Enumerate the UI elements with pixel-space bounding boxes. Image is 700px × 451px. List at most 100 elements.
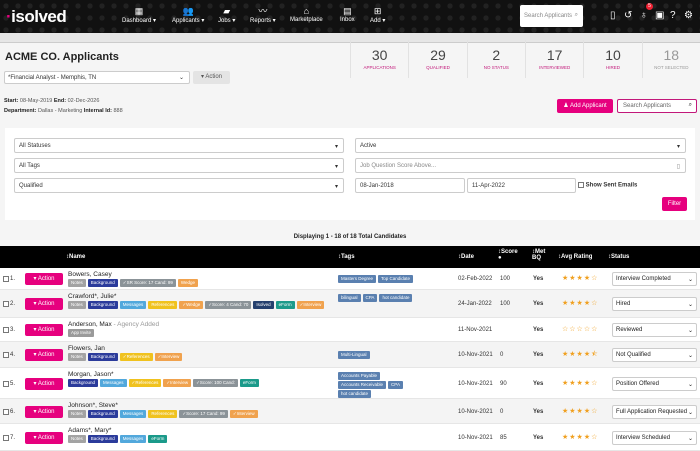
row-action-button[interactable]: ▾ Action xyxy=(25,406,63,418)
tag-eform[interactable]: eForm xyxy=(240,379,259,387)
tag-messages[interactable]: Messages xyxy=(120,435,147,443)
candidate-name[interactable]: Adams*, Mary* xyxy=(68,427,111,434)
tag-score[interactable]: ✓Score: 4 Cand: 70 xyxy=(205,301,251,309)
status-select[interactable]: Interview Completed⌄ xyxy=(612,272,697,286)
label-tag[interactable]: CPA xyxy=(388,381,403,389)
label-tag[interactable]: Top Candidate xyxy=(378,275,413,283)
stat-interviewed[interactable]: 17Interviewed xyxy=(525,40,583,78)
nav-item-5[interactable]: ▤Inbox xyxy=(340,6,355,23)
nav-item-6[interactable]: ⊞Add ▾ xyxy=(370,6,385,24)
tag-wedge[interactable]: ✓Interview xyxy=(155,353,183,361)
stat-hired[interactable]: 10Hired xyxy=(583,40,641,78)
row-action-button[interactable]: ▾ Action xyxy=(25,349,63,361)
date-from-input[interactable]: 08-Jan-2018 xyxy=(355,178,465,193)
score-filter-input[interactable]: Job Question Score Above...▯ xyxy=(355,158,686,173)
nav-item-3[interactable]: 〰Reports ▾ xyxy=(250,6,276,24)
tag-wedge[interactable]: ✓Interview xyxy=(163,379,191,387)
row-checkbox[interactable] xyxy=(3,327,9,333)
tag-isolved[interactable]: Isolved xyxy=(253,301,273,309)
status-select[interactable]: Reviewed⌄ xyxy=(612,323,697,337)
search-applicants-input[interactable]: Search Applicants⌕ xyxy=(617,99,697,113)
tag-references[interactable]: References xyxy=(148,410,177,418)
stat-no-status[interactable]: 2No Status xyxy=(467,40,525,78)
status-select[interactable]: Interview Scheduled⌄ xyxy=(612,431,697,445)
row-checkbox[interactable] xyxy=(3,409,9,415)
status-filter-select[interactable]: All Statuses▾ xyxy=(14,138,344,153)
tag-score[interactable]: ✓Score: 17 Cand: 99 xyxy=(179,410,228,418)
row-action-button[interactable]: ▾ Action xyxy=(25,432,63,444)
tag-eform[interactable]: eForm xyxy=(276,301,295,309)
tag-wedge[interactable]: ✓Interview xyxy=(230,410,258,418)
label-tag[interactable]: hot candidate xyxy=(379,294,412,302)
tag-references[interactable]: ✓References xyxy=(120,353,153,361)
help-icon[interactable]: ? xyxy=(670,10,676,21)
active-filter-select[interactable]: Active▾ xyxy=(355,138,686,153)
row-action-button[interactable]: ▾ Action xyxy=(25,298,63,310)
status-select[interactable]: Full Application Requested⌄ xyxy=(612,405,697,419)
candidate-name[interactable]: Flowers, Jan xyxy=(68,345,105,352)
gear-icon[interactable]: ⚙ xyxy=(684,10,693,21)
tag-messages[interactable]: Messages xyxy=(120,301,147,309)
star-rating[interactable]: ★★★★☆ xyxy=(562,407,598,415)
column-name[interactable]: ↕Name xyxy=(66,254,85,260)
candidate-name[interactable]: Johnson*, Steve* xyxy=(68,402,118,409)
nav-item-0[interactable]: ▦Dashboard ▾ xyxy=(122,6,156,24)
history-icon[interactable]: ↺ xyxy=(624,10,632,21)
tag-notes[interactable]: Notes xyxy=(68,279,86,287)
tag-app[interactable]: App Invite xyxy=(68,329,94,337)
tag-references[interactable]: References xyxy=(148,301,177,309)
nav-search-input[interactable]: Search Applicants⌕ xyxy=(520,5,583,27)
star-rating[interactable]: ★★★★⯪ xyxy=(562,350,599,361)
nav-item-2[interactable]: ▰Jobs ▾ xyxy=(218,6,235,24)
bookmark-icon[interactable]: ▯ xyxy=(610,10,616,21)
tag-wedge[interactable]: Wedge xyxy=(178,279,198,287)
star-rating[interactable]: ☆☆☆☆☆ xyxy=(562,325,598,333)
tag-background[interactable]: Background xyxy=(88,410,118,418)
tag-wedge[interactable]: ✓Wedge xyxy=(179,301,203,309)
lightbulb-icon[interactable]: ♁ xyxy=(640,10,648,21)
job-select[interactable]: *Financial Analyst - Memphis, TN⌄ xyxy=(4,71,190,84)
column-date[interactable]: ↕Date xyxy=(458,254,474,260)
tag-score[interactable]: ✓Score: 100 Cand: xyxy=(193,379,238,387)
tag-wedge[interactable]: ✓Interview xyxy=(297,301,325,309)
filter-button[interactable]: Filter xyxy=(662,197,687,211)
candidate-name[interactable]: Crawford*, Julie* xyxy=(68,293,116,300)
star-rating[interactable]: ★★★★☆ xyxy=(562,433,598,441)
candidate-name[interactable]: Anderson, Max - Agency Added xyxy=(68,321,159,328)
tag-background[interactable]: Background xyxy=(88,435,118,443)
stat-not-selected[interactable]: 18Not Selected xyxy=(642,40,700,78)
tag-references[interactable]: ✓References xyxy=(129,379,162,387)
row-action-button[interactable]: ▾ Action xyxy=(25,378,63,390)
label-tag[interactable]: bilingual xyxy=(338,294,361,302)
tag-background[interactable]: Background xyxy=(88,301,118,309)
row-checkbox[interactable] xyxy=(3,381,9,387)
nav-item-1[interactable]: 👥Applicants ▾ xyxy=(172,6,204,24)
job-action-button[interactable]: ▾ Action xyxy=(193,71,230,84)
row-action-button[interactable]: ▾ Action xyxy=(25,273,63,285)
candidate-name[interactable]: Morgan, Jason* xyxy=(68,371,114,378)
label-tag[interactable]: Accounts Payable xyxy=(338,372,380,380)
tag-messages[interactable]: Messages xyxy=(120,410,147,418)
stat-qualified[interactable]: 29Qualified xyxy=(408,40,466,78)
column-status[interactable]: ↕Status xyxy=(608,254,629,260)
candidate-name[interactable]: Bowers, Casey xyxy=(68,271,112,278)
tag-background[interactable]: Background xyxy=(88,353,118,361)
label-tag[interactable]: CPA xyxy=(363,294,378,302)
date-to-input[interactable]: 11-Apr-2022 xyxy=(467,178,576,193)
calendar-icon[interactable]: ▣ xyxy=(655,10,664,21)
tag-messages[interactable]: Messages xyxy=(100,379,127,387)
tags-filter-select[interactable]: All Tags▾ xyxy=(14,158,344,173)
qualified-filter-select[interactable]: Qualified▾ xyxy=(14,178,344,193)
tag-score[interactable]: ✓SR Score: 17 Cand: 99 xyxy=(120,279,176,287)
isolved-logo[interactable]: ·isolved xyxy=(6,7,66,27)
column-tags[interactable]: ↕Tags xyxy=(338,254,355,260)
column-score[interactable]: ↕Score● xyxy=(498,249,520,261)
status-select[interactable]: Not Qualified⌄ xyxy=(612,348,697,362)
tag-background[interactable]: Background xyxy=(88,279,118,287)
row-checkbox[interactable] xyxy=(3,276,9,282)
row-checkbox[interactable] xyxy=(3,435,9,441)
tag-notes[interactable]: Notes xyxy=(68,301,86,309)
stat-applications[interactable]: 30Applications xyxy=(350,40,408,78)
column-avg-rating[interactable]: ↕Avg Rating xyxy=(558,254,592,260)
label-tag[interactable]: hot candidate xyxy=(338,390,371,398)
